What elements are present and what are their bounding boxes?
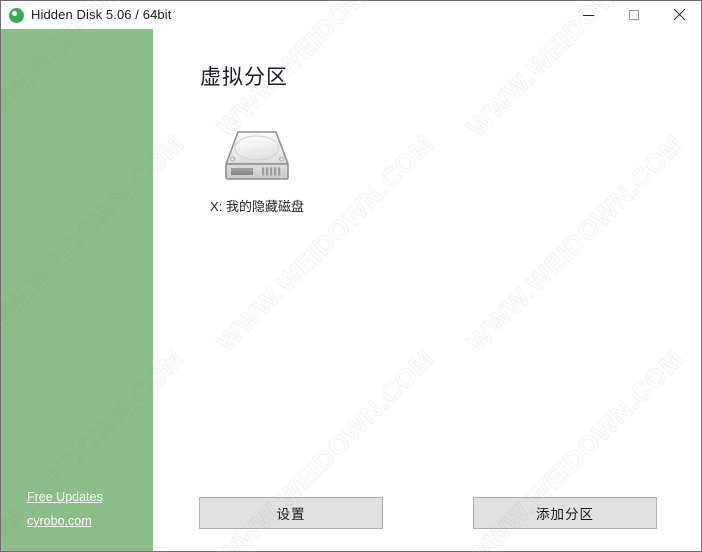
sidebar-links: Free Updates cyrobo.com xyxy=(27,490,103,529)
window-controls xyxy=(566,1,701,29)
add-partition-button[interactable]: 添加分区 xyxy=(473,497,657,529)
page-title: 虚拟分区 xyxy=(200,66,288,89)
green-disc-icon xyxy=(9,7,24,23)
main-content: 虚拟分区 X: 我的隐藏磁盘 设置 添加分区 xyxy=(153,29,701,551)
maximize-icon xyxy=(628,10,639,20)
sidebar-link-free-updates[interactable]: Free Updates xyxy=(27,490,103,505)
disk-item[interactable]: X: 我的隐藏磁盘 xyxy=(177,124,337,215)
maximize-button[interactable] xyxy=(611,1,656,29)
window-title: Hidden Disk 5.06 / 64bit xyxy=(31,7,172,22)
disk-label: X: 我的隐藏磁盘 xyxy=(210,199,304,214)
close-button[interactable] xyxy=(656,1,701,29)
minimize-icon xyxy=(583,14,594,16)
close-icon xyxy=(673,9,685,21)
application-window: Hidden Disk 5.06 / 64bit Free Updates cy… xyxy=(0,0,702,552)
sidebar-link-cyrobo-com[interactable]: cyrobo.com xyxy=(27,514,103,529)
settings-button[interactable]: 设置 xyxy=(199,497,383,529)
minimize-button[interactable] xyxy=(566,1,611,29)
hard-disk-icon xyxy=(221,124,293,186)
title-bar: Hidden Disk 5.06 / 64bit xyxy=(1,1,701,29)
sidebar: Free Updates cyrobo.com xyxy=(1,29,153,551)
footer-buttons: 设置 添加分区 xyxy=(153,497,701,529)
